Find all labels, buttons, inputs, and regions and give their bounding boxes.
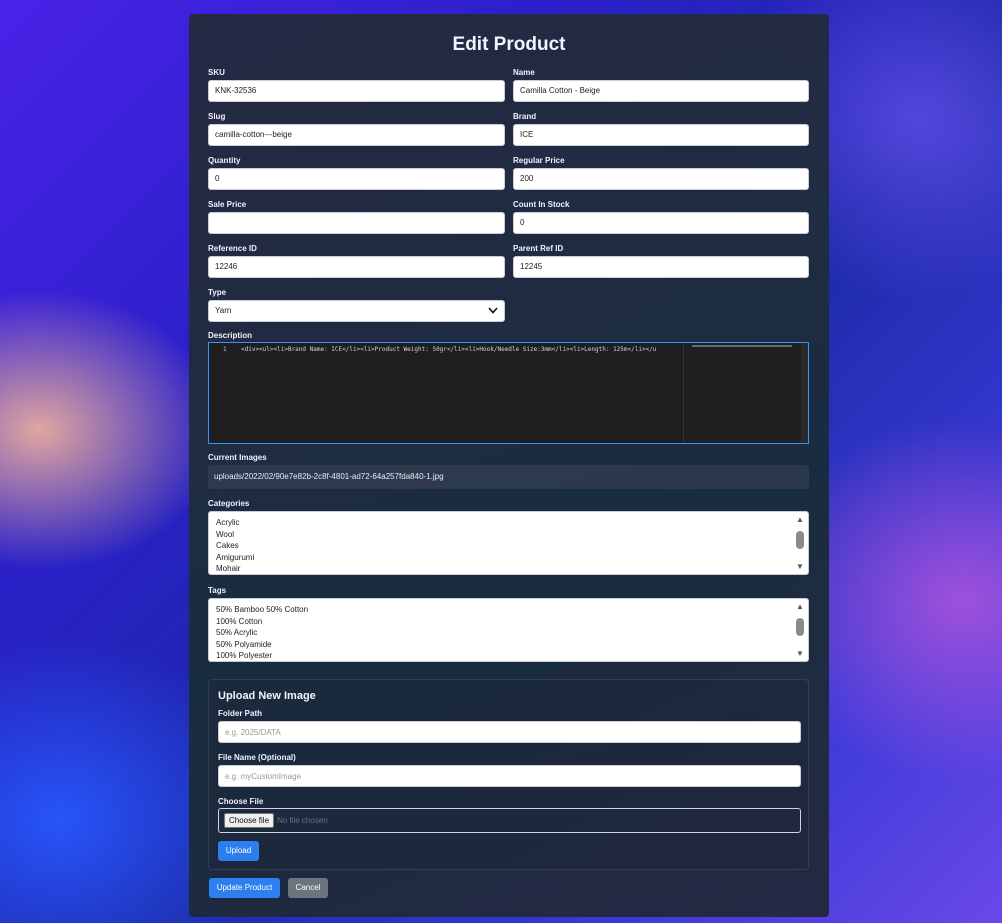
regular-price-input[interactable]: 200 — [513, 168, 809, 190]
slug-label: Slug — [208, 112, 226, 121]
file-input[interactable]: Choose file No file chosen — [218, 808, 801, 833]
quantity-input[interactable]: 0 — [208, 168, 505, 190]
sku-label: SKU — [208, 68, 225, 77]
categories-scrollbar[interactable]: ▲ ▼ — [795, 515, 805, 571]
tag-option[interactable]: 50% Bamboo 50% Cotton — [216, 604, 308, 616]
regular-price-label: Regular Price — [513, 156, 565, 165]
type-select-value: Yarn — [215, 306, 232, 315]
slug-input[interactable]: camilla-cotton---beige — [208, 124, 505, 146]
tag-option[interactable]: 50% Polyamide — [216, 639, 308, 651]
scroll-down-icon[interactable]: ▼ — [796, 563, 804, 571]
tags-label: Tags — [208, 586, 227, 595]
upload-image-section: Upload New Image Folder Path File Name (… — [208, 679, 809, 870]
update-product-button[interactable]: Update Product — [209, 878, 280, 898]
parent-ref-id-input[interactable]: 12245 — [513, 256, 809, 278]
folder-path-input[interactable] — [218, 721, 801, 743]
name-label: Name — [513, 68, 535, 77]
scroll-thumb[interactable] — [796, 618, 804, 636]
page-title: Edit Product — [452, 34, 566, 55]
name-input[interactable]: Camilla Cotton - Beige — [513, 80, 809, 102]
category-option[interactable]: Mohair — [216, 563, 254, 574]
current-image-path: uploads/2022/02/90e7e82b-2c8f-4801-ad72-… — [208, 465, 809, 489]
category-option[interactable]: Cakes — [216, 540, 254, 552]
count-in-stock-input[interactable]: 0 — [513, 212, 809, 234]
sale-price-input[interactable] — [208, 212, 505, 234]
reference-id-label: Reference ID — [208, 244, 257, 253]
code-line: <div><ul><li>Brand Name: ICE</li><li>Pro… — [241, 346, 657, 353]
count-in-stock-label: Count In Stock — [513, 200, 570, 209]
tag-option[interactable]: 50% Acrylic — [216, 627, 308, 639]
choose-file-label: Choose File — [218, 797, 264, 806]
no-file-text: No file chosen — [277, 816, 328, 825]
description-label: Description — [208, 331, 253, 340]
tag-option[interactable]: 100% Polyester — [216, 650, 308, 661]
edit-product-panel: Edit Product SKU KNK-32536 Name Camilla … — [189, 14, 829, 917]
line-number: 1 — [223, 346, 227, 353]
sale-price-label: Sale Price — [208, 200, 247, 209]
choose-file-button[interactable]: Choose file — [224, 813, 275, 828]
description-code-editor[interactable]: 1 <div><ul><li>Brand Name: ICE</li><li>P… — [208, 342, 809, 444]
file-name-label: File Name (Optional) — [218, 753, 296, 762]
brand-input[interactable]: ICE — [513, 124, 809, 146]
category-option[interactable]: Amigurumi — [216, 552, 254, 564]
categories-label: Categories — [208, 499, 250, 508]
quantity-label: Quantity — [208, 156, 241, 165]
type-select[interactable]: Yarn — [208, 300, 505, 322]
chevron-down-icon — [488, 301, 498, 321]
upload-heading: Upload New Image — [218, 690, 316, 702]
upload-button[interactable]: Upload — [218, 841, 259, 861]
file-name-input[interactable] — [218, 765, 801, 787]
folder-path-label: Folder Path — [218, 709, 263, 718]
tags-scrollbar[interactable]: ▲ ▼ — [795, 602, 805, 658]
current-images-label: Current Images — [208, 453, 267, 462]
brand-label: Brand — [513, 112, 537, 121]
category-option[interactable]: Acrylic — [216, 517, 254, 529]
cancel-button[interactable]: Cancel — [288, 878, 328, 898]
scroll-down-icon[interactable]: ▼ — [796, 650, 804, 658]
type-label: Type — [208, 288, 227, 297]
tag-option[interactable]: 100% Cotton — [216, 616, 308, 628]
reference-id-input[interactable]: 12246 — [208, 256, 505, 278]
sku-input[interactable]: KNK-32536 — [208, 80, 505, 102]
scroll-up-icon[interactable]: ▲ — [796, 603, 804, 611]
parent-ref-id-label: Parent Ref ID — [513, 244, 564, 253]
tags-multiselect[interactable]: 50% Bamboo 50% Cotton 100% Cotton 50% Ac… — [208, 598, 809, 662]
category-option[interactable]: Wool — [216, 529, 254, 541]
scroll-thumb[interactable] — [796, 531, 804, 549]
editor-scrollbar[interactable] — [801, 343, 808, 443]
scroll-up-icon[interactable]: ▲ — [796, 516, 804, 524]
editor-minimap[interactable] — [683, 343, 802, 443]
categories-multiselect[interactable]: Acrylic Wool Cakes Amigurumi Mohair ▲ ▼ — [208, 511, 809, 575]
